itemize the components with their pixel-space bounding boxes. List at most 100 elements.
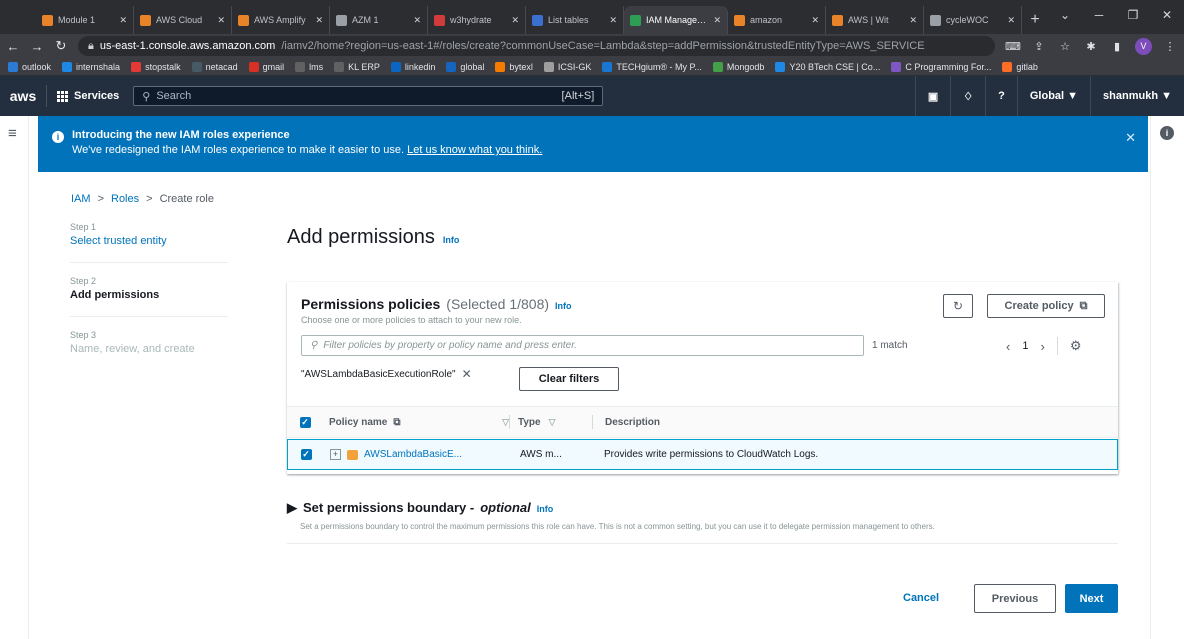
tab-favicon-icon bbox=[140, 14, 151, 26]
page-info-link[interactable]: Info bbox=[443, 235, 460, 245]
previous-page-icon[interactable]: ‹ bbox=[1006, 339, 1010, 354]
account-menu[interactable]: shanmukh ▼ bbox=[1090, 76, 1184, 116]
browser-tab[interactable]: IAM Management ✕ bbox=[624, 6, 728, 34]
browser-menu-icon[interactable]: ⋮ bbox=[1162, 40, 1178, 53]
share-icon[interactable]: ⇪ bbox=[1031, 40, 1047, 53]
policy-name-link[interactable]: AWSLambdaBasicE... bbox=[364, 449, 462, 460]
bookmark-item[interactable]: lms bbox=[295, 61, 323, 72]
description-header: Description bbox=[605, 416, 661, 428]
refresh-button[interactable]: ↻ bbox=[943, 294, 973, 318]
filter-placeholder: Filter policies by property or policy na… bbox=[323, 340, 577, 351]
help-panel-info-icon[interactable]: i bbox=[1160, 126, 1174, 140]
browser-tab[interactable]: List tables ✕ bbox=[526, 6, 624, 34]
bookmark-item[interactable]: outlook bbox=[8, 61, 51, 72]
cloudshell-icon[interactable]: ▣ bbox=[914, 76, 950, 116]
forward-icon[interactable]: → bbox=[30, 39, 44, 54]
bookmark-item[interactable]: linkedin bbox=[390, 61, 435, 72]
close-window-icon[interactable]: ✕ bbox=[1150, 8, 1184, 22]
browser-tab[interactable]: AWS | Wit ✕ bbox=[826, 6, 924, 34]
page-number[interactable]: 1 bbox=[1022, 340, 1028, 352]
bookmark-item[interactable]: gmail bbox=[248, 61, 284, 72]
settings-gear-icon[interactable]: ⚙ bbox=[1070, 338, 1082, 354]
maximize-icon[interactable]: ❐ bbox=[1116, 8, 1150, 22]
minimize-icon[interactable]: ─ bbox=[1082, 8, 1116, 22]
policies-info-link[interactable]: Info bbox=[555, 301, 572, 311]
close-tab-icon[interactable]: ✕ bbox=[609, 15, 617, 26]
bookmark-item[interactable]: stopstalk bbox=[131, 61, 181, 72]
notifications-icon[interactable]: ♢ bbox=[950, 76, 985, 116]
bookmark-star-icon[interactable]: ☆ bbox=[1057, 40, 1073, 53]
close-tab-icon[interactable]: ✕ bbox=[413, 15, 421, 26]
back-icon[interactable]: ← bbox=[6, 39, 20, 54]
reload-icon[interactable]: ↻ bbox=[54, 38, 68, 54]
hamburger-menu-icon[interactable]: ≡ bbox=[8, 125, 17, 142]
aws-search-input[interactable]: ⚲ Search [Alt+S] bbox=[133, 86, 604, 106]
new-tab-icon[interactable]: + bbox=[1022, 6, 1048, 34]
next-page-icon[interactable]: › bbox=[1040, 339, 1044, 354]
expand-icon[interactable]: + bbox=[330, 449, 341, 460]
bookmark-item[interactable]: Mongodb bbox=[712, 61, 764, 72]
previous-button[interactable]: Previous bbox=[974, 584, 1056, 613]
breadcrumb-roles[interactable]: Roles bbox=[111, 193, 139, 205]
bookmark-label: ICSI-GK bbox=[557, 61, 592, 72]
close-tab-icon[interactable]: ✕ bbox=[713, 15, 721, 26]
policy-filter-input[interactable]: ⚲ Filter policies by property or policy … bbox=[301, 335, 864, 356]
policy-name-header[interactable]: Policy name bbox=[329, 417, 387, 428]
region-selector[interactable]: Global ▼ bbox=[1016, 76, 1090, 116]
close-tab-icon[interactable]: ✕ bbox=[909, 15, 917, 26]
close-tab-icon[interactable]: ✕ bbox=[1007, 15, 1015, 26]
sidebar-icon[interactable]: ▮ bbox=[1109, 40, 1125, 53]
next-button[interactable]: Next bbox=[1065, 584, 1118, 613]
profile-avatar[interactable]: V bbox=[1135, 37, 1152, 55]
browser-tab[interactable]: AZM 1 ✕ bbox=[330, 6, 428, 34]
services-menu[interactable]: Services bbox=[47, 90, 129, 102]
boundary-info-link[interactable]: Info bbox=[537, 504, 554, 514]
translate-icon[interactable]: ⌨ bbox=[1005, 40, 1021, 53]
browser-tab[interactable]: AWS Cloud ✕ bbox=[134, 6, 232, 34]
close-tab-icon[interactable]: ✕ bbox=[811, 15, 819, 26]
extensions-icon[interactable]: ✱ bbox=[1083, 40, 1099, 53]
bookmark-item[interactable]: KL ERP bbox=[334, 61, 380, 72]
tab-label: AZM 1 bbox=[352, 15, 379, 25]
step-1-link[interactable]: Select trusted entity bbox=[70, 235, 228, 247]
close-tab-icon[interactable]: ✕ bbox=[315, 15, 323, 26]
step-2-name: Add permissions bbox=[70, 289, 160, 301]
tab-label: Module 1 bbox=[58, 15, 96, 25]
bookmark-item[interactable]: gitlab bbox=[1002, 61, 1038, 72]
bookmark-item[interactable]: global bbox=[446, 61, 484, 72]
close-tab-icon[interactable]: ✕ bbox=[119, 15, 127, 26]
browser-tab[interactable]: amazon ✕ bbox=[728, 6, 826, 34]
select-all-checkbox[interactable]: ✓ bbox=[299, 416, 311, 428]
clear-filters-button[interactable]: Clear filters bbox=[519, 367, 619, 391]
browser-tab[interactable]: w3hydrate ✕ bbox=[428, 6, 526, 34]
boundary-title[interactable]: ▶ Set permissions boundary - optional In… bbox=[287, 500, 1118, 516]
sort-icon[interactable]: ▽ bbox=[502, 417, 509, 428]
aws-logo[interactable]: aws bbox=[0, 88, 46, 104]
bookmark-item[interactable]: internshala bbox=[62, 61, 120, 72]
close-tab-icon[interactable]: ✕ bbox=[217, 15, 225, 26]
match-count: 1 match bbox=[872, 340, 908, 351]
create-policy-button[interactable]: Create policy ⧉ bbox=[987, 294, 1105, 318]
dismiss-banner-icon[interactable]: ✕ bbox=[1125, 130, 1136, 146]
remove-token-icon[interactable]: ✕ bbox=[462, 367, 472, 381]
table-row[interactable]: ✓ + AWSLambdaBasicE... AWS m... Provides… bbox=[287, 439, 1118, 470]
browser-tab[interactable]: cycleWOC ✕ bbox=[924, 6, 1022, 34]
bookmark-item[interactable]: C Programming For... bbox=[891, 61, 991, 72]
cancel-button[interactable]: Cancel bbox=[903, 592, 939, 604]
feedback-link[interactable]: Let us know what you think. bbox=[407, 144, 542, 156]
tab-search-icon[interactable]: ⌄ bbox=[1048, 8, 1082, 22]
bookmark-item[interactable]: bytexl bbox=[495, 61, 533, 72]
row-checkbox[interactable]: ✓ bbox=[300, 449, 312, 460]
browser-tab[interactable]: Module 1 ✕ bbox=[36, 6, 134, 34]
browser-tab[interactable]: AWS Amplify ✕ bbox=[232, 6, 330, 34]
bookmark-item[interactable]: ICSI-GK bbox=[543, 61, 592, 72]
bookmark-item[interactable]: TECHgium® - My P... bbox=[602, 61, 702, 72]
bookmark-item[interactable]: netacad bbox=[191, 61, 238, 72]
help-icon[interactable]: ? bbox=[985, 76, 1017, 116]
close-tab-icon[interactable]: ✕ bbox=[511, 15, 519, 26]
bookmark-item[interactable]: Y20 BTech CSE | Co... bbox=[775, 61, 880, 72]
sort-icon[interactable]: ▽ bbox=[549, 417, 556, 428]
url-field[interactable]: 🔒︎ us-east-1.console.aws.amazon.com/iamv… bbox=[78, 36, 995, 56]
breadcrumb-iam[interactable]: IAM bbox=[71, 193, 91, 205]
type-header[interactable]: Type bbox=[518, 417, 541, 428]
